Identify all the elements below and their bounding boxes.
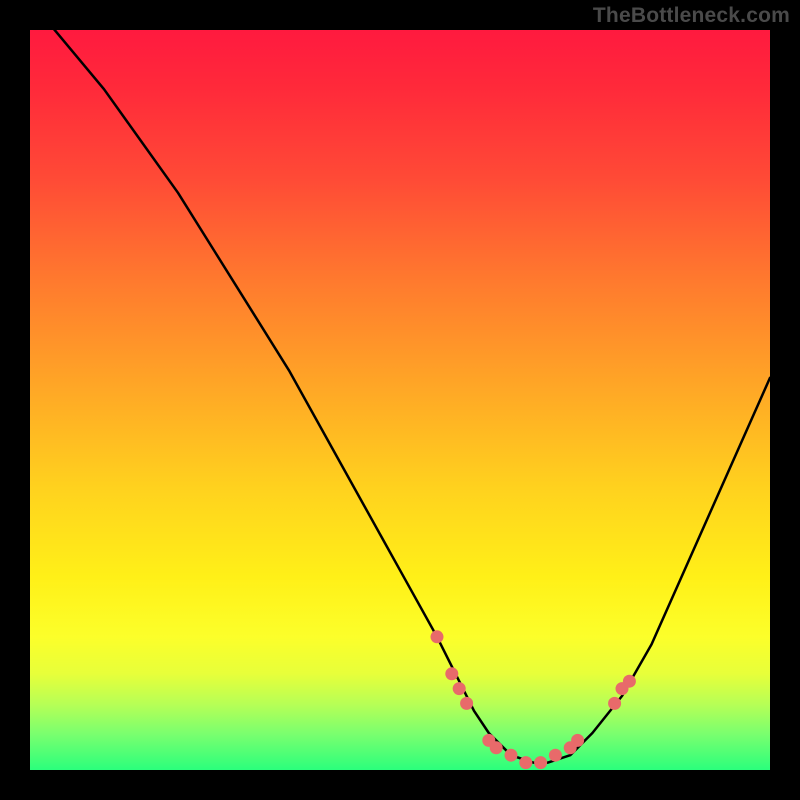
curve-marker bbox=[460, 697, 473, 710]
curve-marker bbox=[519, 756, 532, 769]
bottleneck-curve bbox=[30, 0, 770, 762]
curve-marker bbox=[505, 749, 518, 762]
curve-marker bbox=[490, 741, 503, 754]
plot-area bbox=[30, 30, 770, 770]
curve-marker bbox=[534, 756, 547, 769]
watermark-text: TheBottleneck.com bbox=[593, 4, 790, 28]
chart-frame: TheBottleneck.com bbox=[0, 0, 800, 800]
curve-markers bbox=[431, 630, 636, 769]
curve-marker bbox=[549, 749, 562, 762]
bottleneck-curve-svg bbox=[30, 30, 770, 770]
curve-marker bbox=[431, 630, 444, 643]
curve-marker bbox=[571, 734, 584, 747]
curve-marker bbox=[623, 675, 636, 688]
curve-marker bbox=[445, 667, 458, 680]
curve-marker bbox=[608, 697, 621, 710]
curve-marker bbox=[453, 682, 466, 695]
